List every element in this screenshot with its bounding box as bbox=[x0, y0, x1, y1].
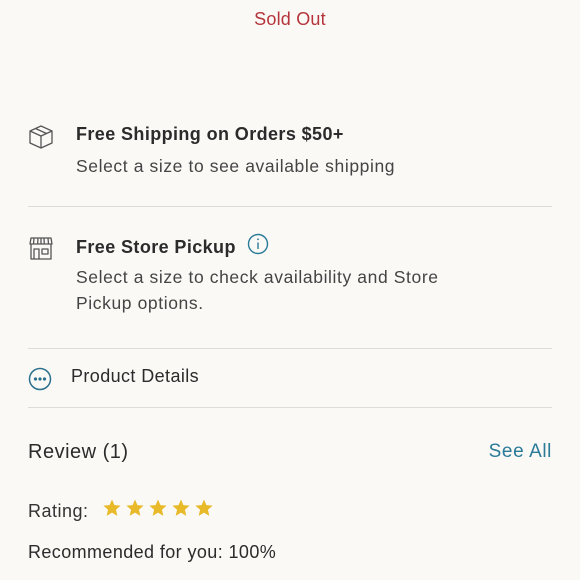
store-pickup-row: Free Store Pickup Select a size to check… bbox=[28, 233, 552, 323]
storefront-icon bbox=[28, 235, 54, 266]
shipping-subtitle: Select a size to see available shipping bbox=[76, 156, 396, 176]
divider bbox=[28, 348, 552, 349]
review-title: Review (1) bbox=[28, 441, 129, 463]
star-icon bbox=[172, 499, 190, 516]
star-rating bbox=[102, 498, 214, 518]
recommended-row: Recommended for you: 100% bbox=[28, 542, 552, 566]
store-pickup-subtitle-line2: Pickup options. bbox=[76, 293, 204, 313]
star-icon bbox=[126, 499, 144, 516]
rating-row: Rating: bbox=[28, 498, 552, 525]
store-pickup-subtitle-line1: Select a size to check availability and … bbox=[76, 267, 439, 287]
store-pickup-title-line: Free Store Pickup bbox=[76, 233, 269, 260]
more-dots-icon bbox=[28, 367, 52, 396]
info-icon[interactable] bbox=[247, 233, 269, 260]
recommended-text: Recommended for you: 100% bbox=[28, 542, 277, 562]
star-icon bbox=[149, 499, 167, 516]
star-icon bbox=[195, 499, 213, 516]
divider bbox=[28, 407, 552, 408]
rating-label: Rating: bbox=[28, 501, 89, 521]
product-details-row[interactable]: Product Details bbox=[28, 366, 552, 392]
sold-out-label: Sold Out bbox=[254, 9, 326, 29]
see-all-link[interactable]: See All bbox=[489, 441, 552, 463]
shipping-row: Free Shipping on Orders $50+ Select a si… bbox=[28, 122, 552, 182]
package-box-icon bbox=[28, 124, 54, 155]
product-availability-panel: Sold Out Free Shipping on Orders $50+ Se… bbox=[0, 0, 580, 580]
review-header: Review (1) See All bbox=[28, 441, 552, 467]
divider bbox=[28, 206, 552, 207]
product-details-label: Product Details bbox=[71, 366, 200, 386]
store-pickup-title: Free Store Pickup bbox=[76, 236, 236, 257]
shipping-title: Free Shipping on Orders $50+ bbox=[76, 124, 344, 144]
star-icon bbox=[103, 499, 121, 516]
